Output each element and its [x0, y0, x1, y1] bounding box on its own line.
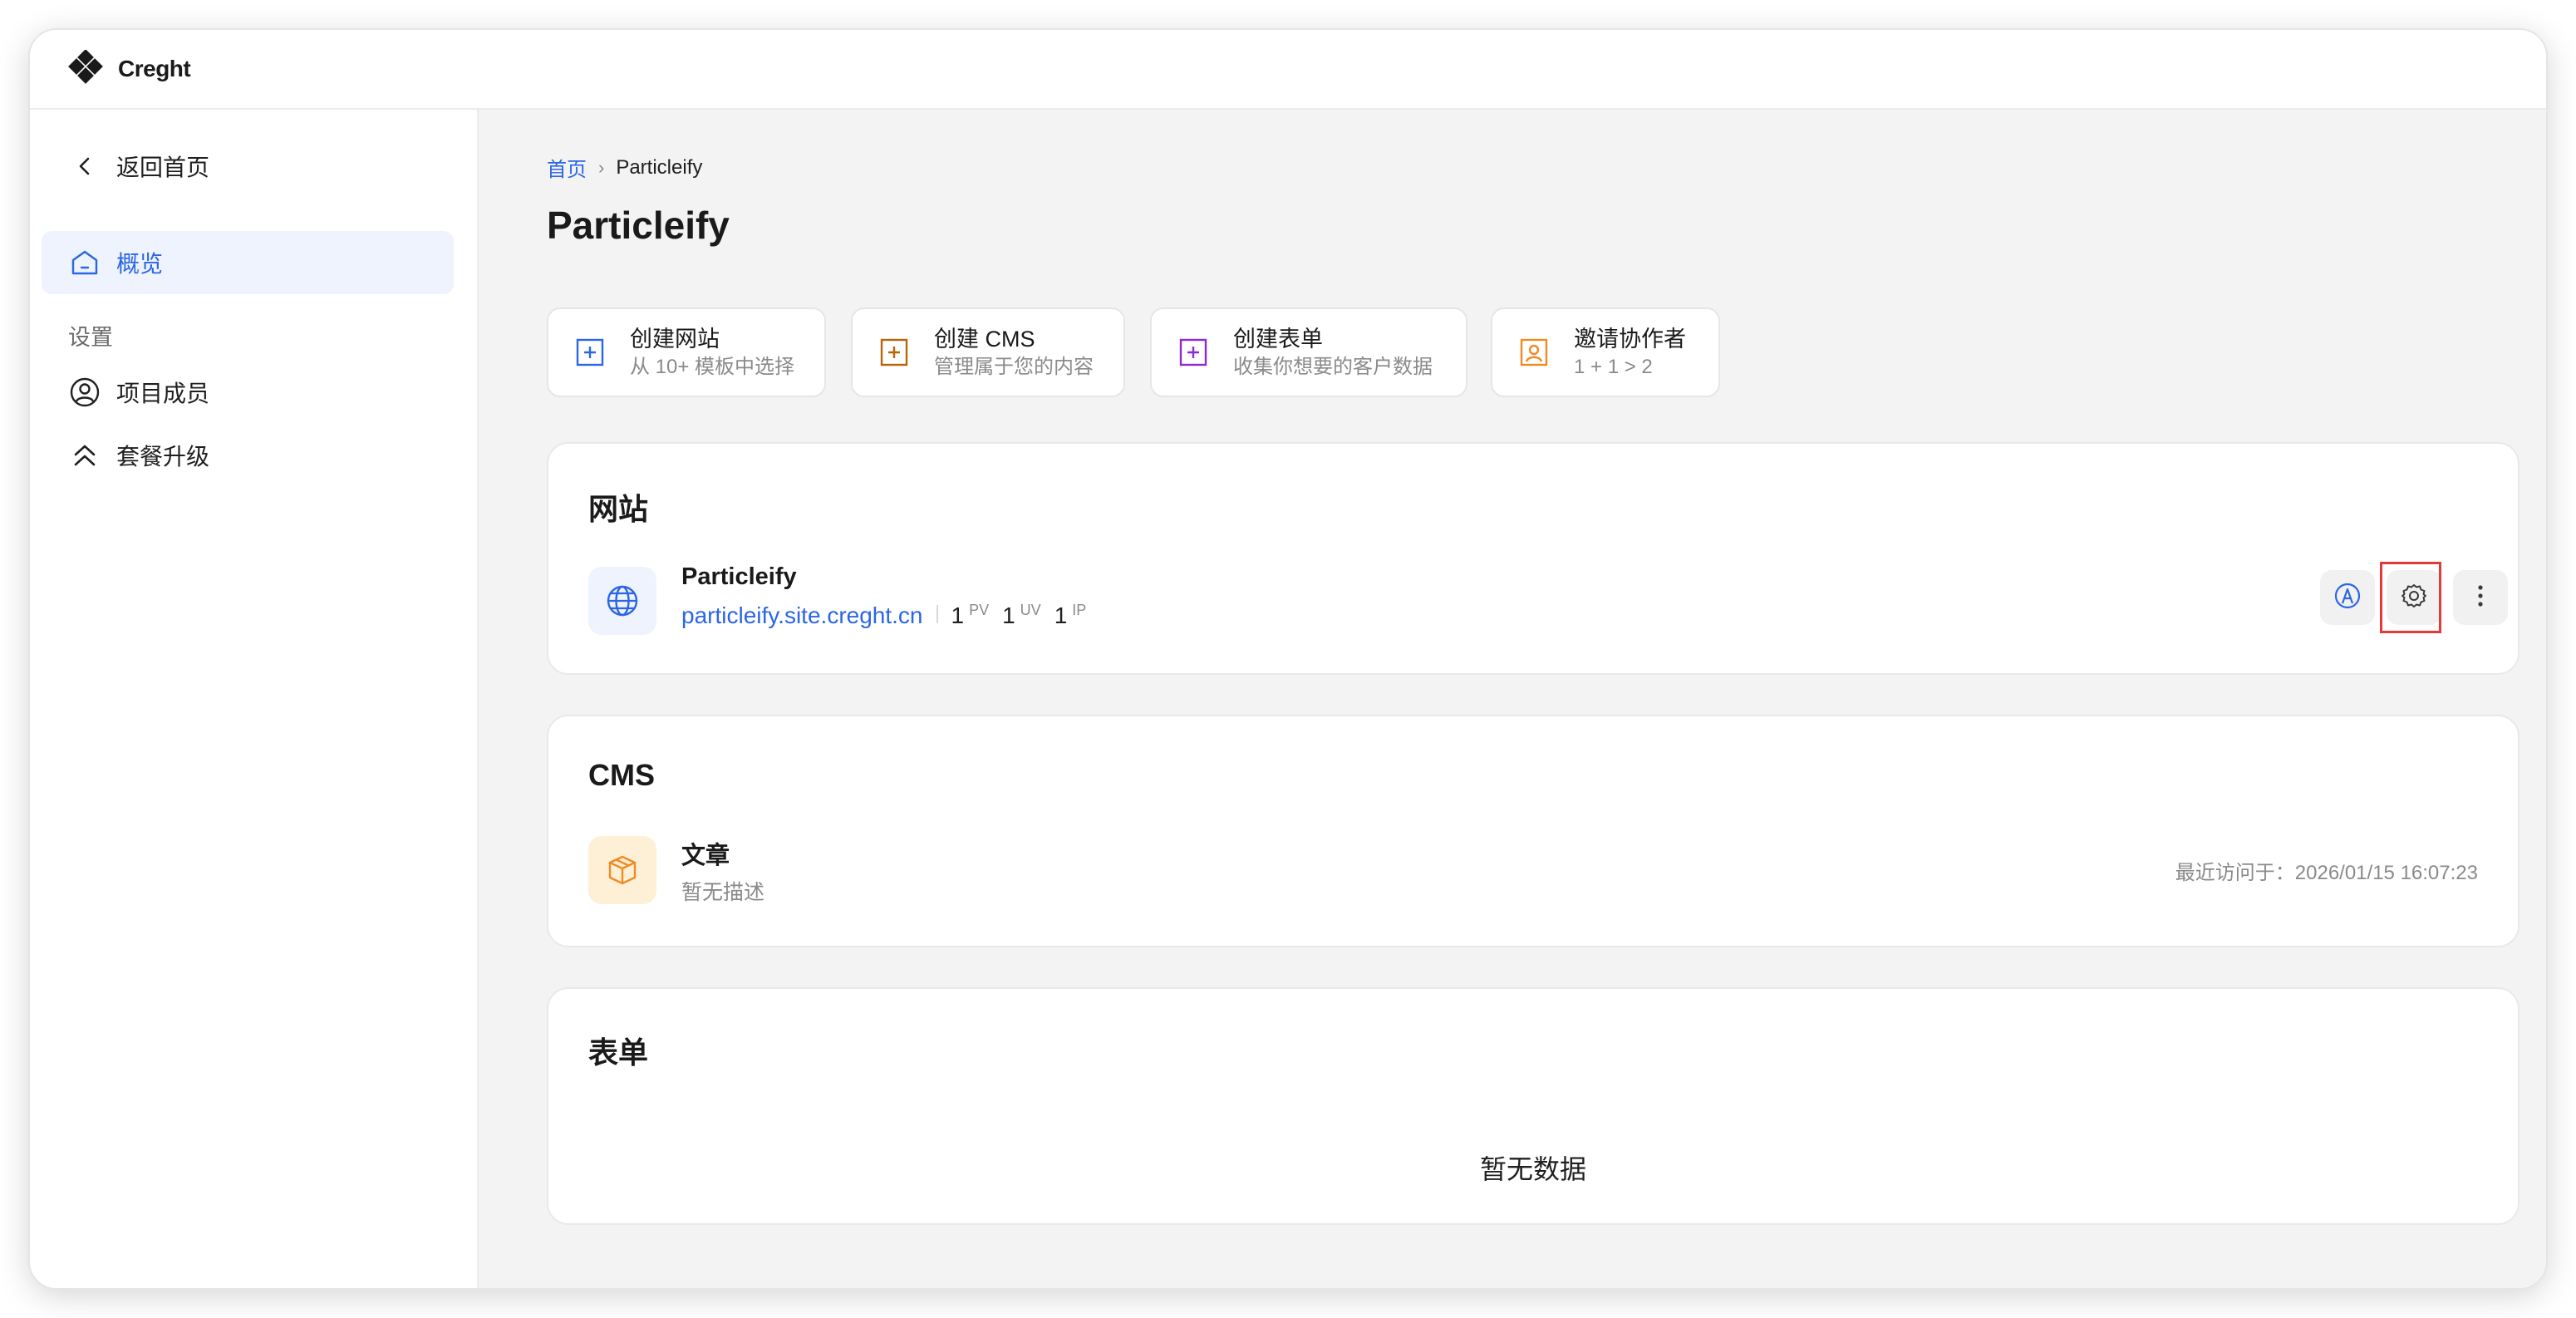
publish-icon [2333, 582, 2362, 614]
overview-label: 概览 [116, 251, 164, 277]
breadcrumb-home-link[interactable]: 首页 [547, 153, 587, 182]
forms-title: 表单 [588, 1035, 649, 1070]
pv-label: PV [969, 602, 990, 618]
main-content: 首页 › Particleify Particleify 创建网站 从 10+ … [479, 110, 2546, 1288]
sidebar-item-members[interactable]: 项目成员 [42, 361, 454, 424]
create-website-button[interactable]: 创建网站 从 10+ 模板中选择 [547, 307, 826, 397]
breadcrumb: 首页 › Particleify [547, 153, 702, 182]
quick-action-title: 创建网站 [630, 327, 720, 352]
highlight-box [2380, 562, 2441, 633]
quick-action-subtitle: 从 10+ 模板中选择 [630, 356, 795, 378]
divider [936, 605, 938, 623]
publish-button[interactable] [2320, 570, 2375, 625]
uv-value: 1 [1002, 602, 1015, 628]
empty-state: 暂无数据 [1479, 1154, 1586, 1184]
user-circle-icon [68, 376, 101, 409]
forms-card: 表单 暂无数据 [547, 987, 2519, 1225]
quick-action-title: 创建表单 [1233, 327, 1323, 352]
globe-icon [588, 567, 656, 635]
top-bar: Creght [30, 30, 2546, 110]
members-label: 项目成员 [116, 381, 210, 406]
cms-item-name[interactable]: 文章 [681, 836, 730, 871]
double-chevron-up-icon [68, 439, 101, 472]
sidebar-item-upgrade[interactable]: 套餐升级 [42, 424, 454, 487]
page-title: Particleify [547, 204, 730, 247]
cms-title: CMS [588, 758, 655, 792]
quick-action-subtitle: 管理属于您的内容 [934, 356, 1094, 378]
ip-label: IP [1072, 602, 1087, 618]
cms-last-visit: 最近访问于：2026/01/15 16:07:23 [2175, 862, 2478, 884]
website-meta: particleify.site.creght.cn 1 PV 1 UV 1 IP [681, 602, 1099, 629]
chevron-left-icon [68, 150, 101, 183]
back-home-label: 返回首页 [116, 155, 210, 180]
plus-square-icon [575, 337, 605, 367]
sidebar-item-overview[interactable]: 概览 [42, 231, 454, 294]
create-form-button[interactable]: 创建表单 收集你想要的客户数据 [1150, 307, 1467, 397]
upgrade-label: 套餐升级 [116, 444, 210, 470]
breadcrumb-current: Particleify [616, 155, 703, 179]
quick-action-title: 邀请协作者 [1574, 327, 1686, 352]
app-window: Creght 返回首页 概览 设置 项目成员 套餐升级 首页 › Particl… [30, 30, 2546, 1288]
box-icon [588, 836, 656, 904]
create-cms-button[interactable]: 创建 CMS 管理属于您的内容 [851, 307, 1125, 397]
plus-square-icon [1178, 337, 1208, 367]
more-options-button[interactable] [2453, 570, 2508, 625]
uv-label: UV [1020, 602, 1041, 618]
cms-item-description: 暂无描述 [681, 881, 765, 904]
ip-stat: 1 IP [1054, 602, 1087, 629]
cms-card: CMS 文章 暂无描述 最近访问于：2026/01/15 16:07:23 [547, 715, 2519, 947]
sidebar: 返回首页 概览 设置 项目成员 套餐升级 [30, 110, 479, 1288]
plus-square-icon [879, 337, 909, 367]
back-home-link[interactable]: 返回首页 [42, 135, 454, 198]
brand-name[interactable]: Creght [118, 56, 191, 82]
quick-action-title: 创建 CMS [934, 327, 1035, 352]
settings-section-label: 设置 [68, 325, 113, 350]
pv-value: 1 [951, 602, 965, 628]
user-square-icon [1519, 337, 1549, 367]
websites-card: 网站 Particleify particleify.site.creght.c… [547, 442, 2519, 675]
more-vertical-icon [2476, 582, 2485, 614]
websites-title: 网站 [588, 492, 649, 526]
invite-collaborator-button[interactable]: 邀请协作者 1 + 1 > 2 [1491, 307, 1720, 397]
creght-logo-icon[interactable] [66, 50, 105, 88]
home-icon [68, 246, 101, 279]
quick-action-subtitle: 收集你想要的客户数据 [1233, 356, 1433, 378]
quick-action-subtitle: 1 + 1 > 2 [1574, 356, 1653, 378]
chevron-right-icon: › [598, 156, 605, 178]
website-name[interactable]: Particleify [681, 563, 797, 591]
website-url-link[interactable]: particleify.site.creght.cn [681, 602, 923, 629]
uv-stat: 1 UV [1002, 602, 1041, 629]
ip-value: 1 [1054, 602, 1068, 628]
pv-stat: 1 PV [951, 602, 990, 629]
